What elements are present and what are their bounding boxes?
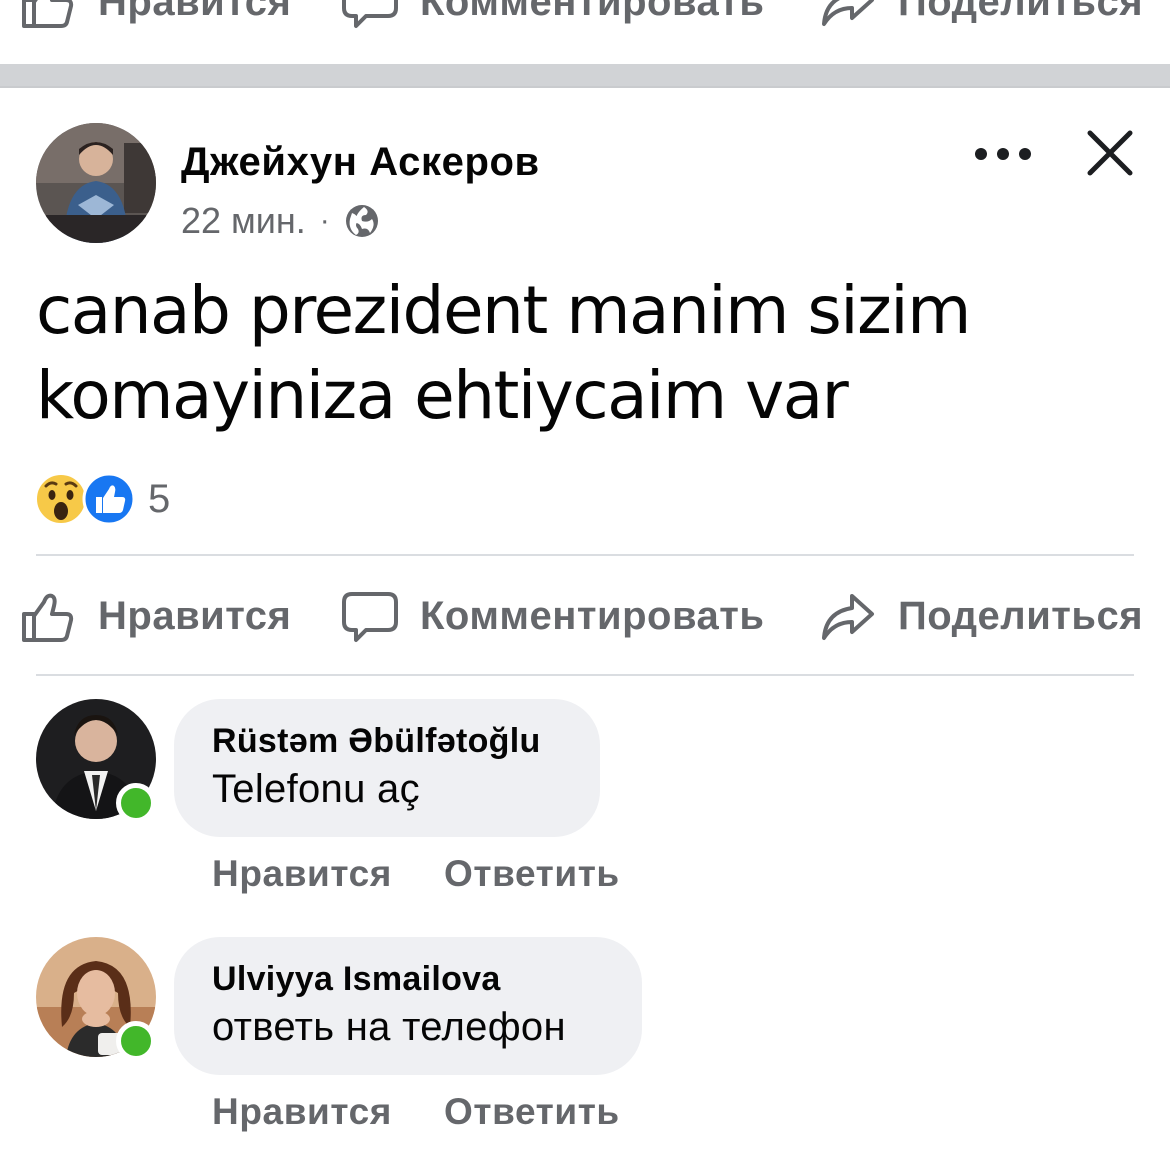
more-dot-icon — [975, 148, 987, 160]
post-time[interactable]: 22 мин. — [181, 200, 306, 242]
commenter-name[interactable]: Rüstəm Əbülfətoğlu — [212, 719, 562, 763]
more-dot-icon — [1019, 148, 1031, 160]
post-text: canab prezident manim sizim komayiniza e… — [36, 268, 1136, 438]
globe-icon — [345, 205, 378, 237]
post-meta: 22 мин. · — [181, 200, 380, 242]
comment-bubble[interactable]: Rüstəm Əbülfətoğlu Telefonu aç — [174, 699, 600, 837]
post-text-line: canab prezident manim sizim — [36, 272, 971, 349]
comment-bubble[interactable]: Ulviyya Ismailova ответь на телефон — [174, 937, 642, 1075]
share-label: Поделиться — [898, 593, 1144, 638]
author-avatar[interactable] — [36, 123, 156, 243]
prev-comment-button[interactable]: Комментировать — [342, 0, 764, 30]
comment-icon — [342, 0, 398, 28]
comment-reply-button[interactable]: Ответить — [444, 853, 620, 895]
like-label: Нравится — [98, 593, 292, 638]
prev-share-label: Поделиться — [898, 0, 1144, 24]
comment-text: ответь на телефон — [212, 1005, 566, 1049]
commenter-name[interactable]: Ulviyya Ismailova — [212, 957, 604, 1001]
previous-post-action-bar: Нравится Комментировать Поделиться — [0, 0, 1170, 30]
comment-actions: Нравится Ответить — [212, 853, 620, 895]
prev-like-button[interactable]: Нравится — [20, 0, 291, 30]
reaction-count: 5 — [148, 476, 171, 521]
comment-reply-button[interactable]: Ответить — [444, 1091, 620, 1133]
post-text-line: komayiniza ehtiycaim var — [36, 357, 849, 434]
comment-icon — [342, 592, 398, 642]
online-status-indicator — [116, 1021, 156, 1061]
more-dot-icon — [997, 148, 1009, 160]
comment-text: Telefonu aç — [212, 767, 420, 811]
prev-comment-label: Комментировать — [420, 0, 765, 24]
comment-button[interactable]: Комментировать — [342, 588, 764, 644]
divider — [36, 554, 1134, 556]
comment-like-button[interactable]: Нравится — [212, 1091, 392, 1133]
post-author-name[interactable]: Джейхун Аскеров — [181, 140, 540, 185]
meta-separator: · — [319, 204, 330, 237]
like-button[interactable]: Нравится — [20, 588, 291, 644]
author-photo — [36, 123, 156, 243]
comment-actions: Нравится Ответить — [212, 1091, 620, 1133]
thumbs-up-icon — [22, 0, 74, 28]
share-icon — [822, 0, 874, 26]
hide-post-button[interactable] — [1085, 128, 1135, 178]
thumbs-up-icon — [22, 593, 74, 642]
share-icon — [822, 594, 874, 640]
divider — [36, 674, 1134, 676]
reaction-summary[interactable]: 5 — [34, 472, 170, 526]
close-icon — [1087, 130, 1133, 176]
like-reaction-icon — [82, 472, 136, 526]
prev-like-label: Нравится — [98, 0, 292, 24]
comment-label: Комментировать — [420, 593, 765, 638]
wow-reaction-icon — [35, 473, 87, 525]
prev-share-button[interactable]: Поделиться — [820, 0, 1143, 30]
feed-separator — [0, 64, 1170, 88]
share-button[interactable]: Поделиться — [820, 588, 1143, 644]
comment-like-button[interactable]: Нравится — [212, 853, 392, 895]
online-status-indicator — [116, 783, 156, 823]
post-more-options-button[interactable] — [975, 140, 1031, 168]
